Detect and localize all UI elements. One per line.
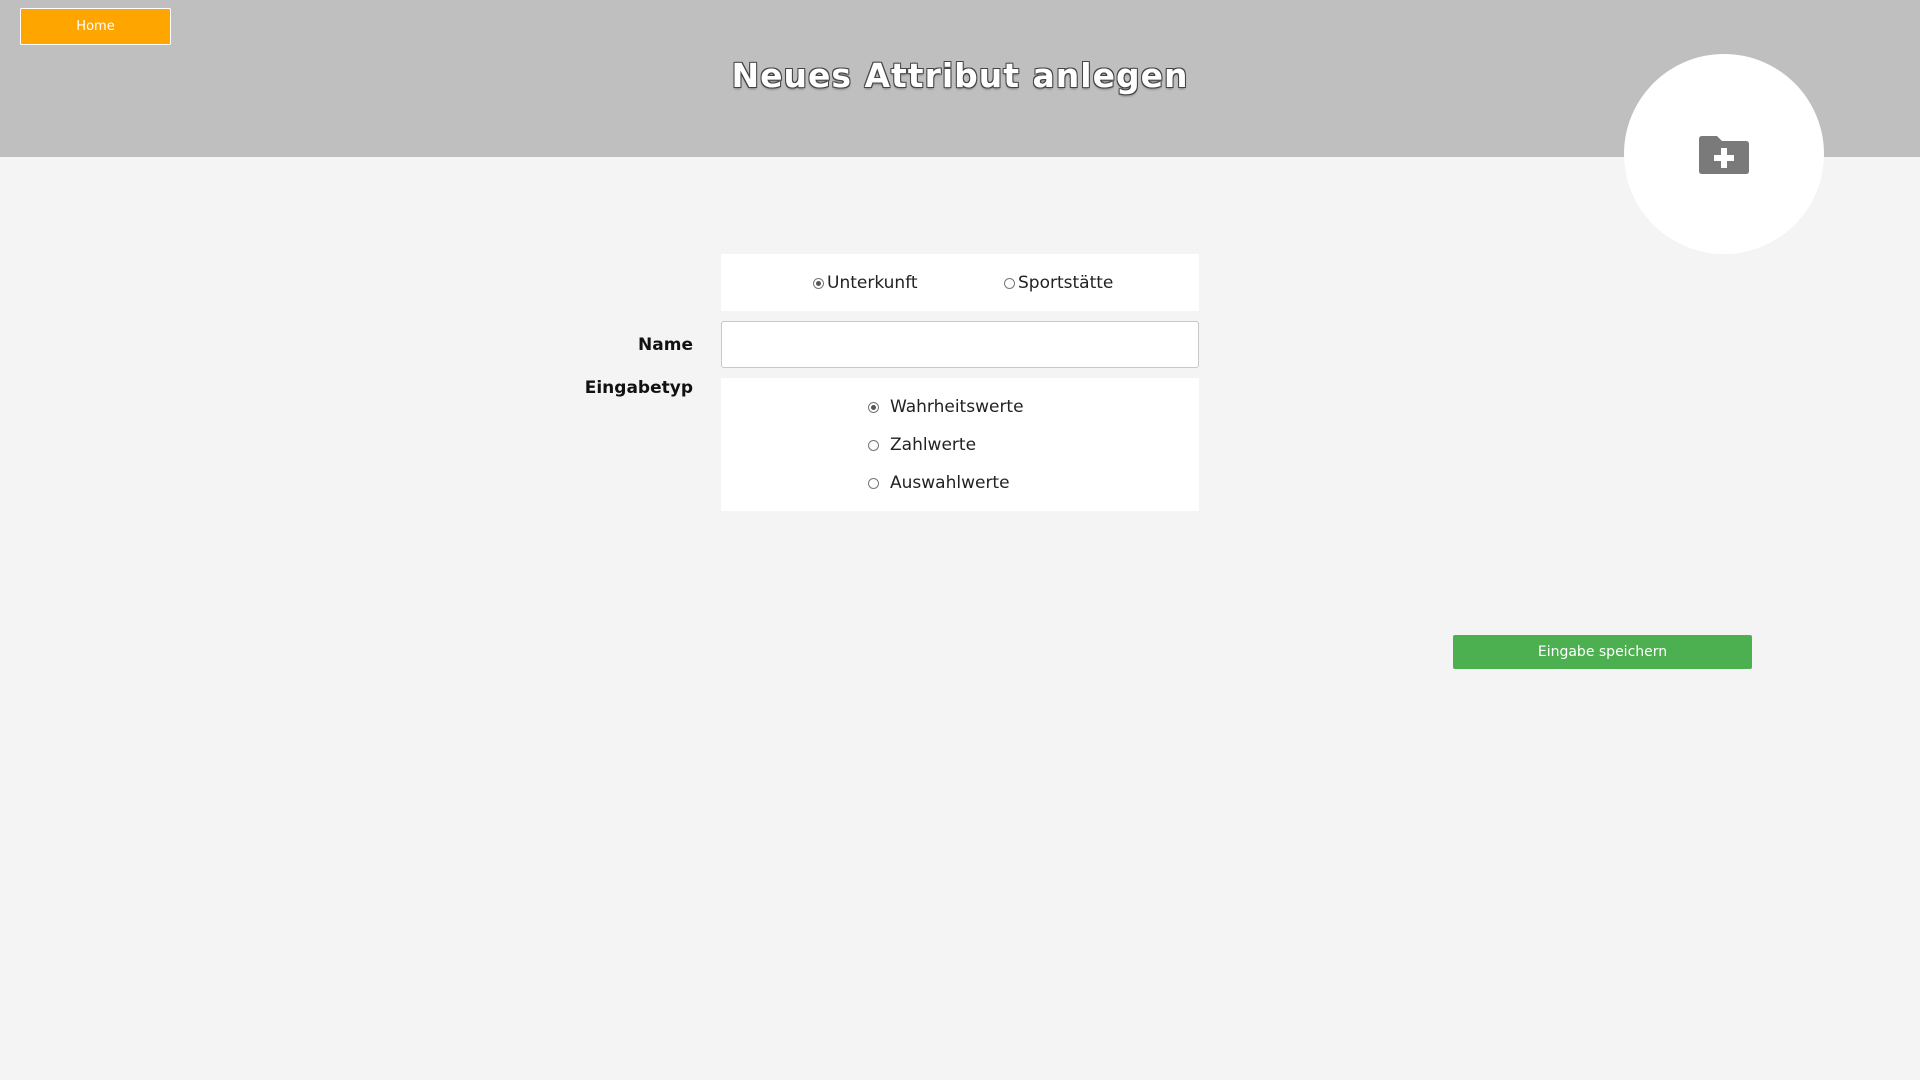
- radio-wahrheitswerte[interactable]: [868, 401, 879, 413]
- radio-label-zahlwerte: Zahlwerte: [890, 435, 977, 455]
- radio-zahlwerte[interactable]: [868, 439, 879, 451]
- radio-label-unterkunft: Unterkunft: [827, 273, 918, 293]
- radio-option-zahlwerte[interactable]: Zahlwerte: [868, 435, 976, 455]
- save-button[interactable]: Eingabe speichern: [1453, 635, 1752, 669]
- input-type-label: Eingabetyp: [584, 378, 693, 398]
- page-title: Neues Attribut anlegen: [731, 56, 1189, 95]
- radio-label-wahrheitswerte: Wahrheitswerte: [890, 397, 1024, 417]
- radio-option-auswahlwerte[interactable]: Auswahlwerte: [868, 473, 1010, 493]
- radio-label-sportstaette: Sportstätte: [1018, 273, 1114, 293]
- radio-sportstaette[interactable]: [1004, 277, 1015, 289]
- name-label: Name: [638, 335, 693, 355]
- radio-label-auswahlwerte: Auswahlwerte: [890, 473, 1010, 493]
- radio-option-sportstaette[interactable]: Sportstätte: [1004, 273, 1113, 293]
- radio-option-wahrheitswerte[interactable]: Wahrheitswerte: [868, 397, 1024, 417]
- home-button[interactable]: Home: [20, 8, 171, 45]
- input-type-radio-group: Wahrheitswerte Zahlwerte Auswahlwerte: [721, 378, 1199, 511]
- radio-unterkunft[interactable]: [813, 277, 824, 289]
- icon-badge: [1624, 54, 1824, 254]
- category-radio-group: Unterkunft Sportstätte: [721, 254, 1199, 311]
- folder-plus-icon: [1699, 136, 1749, 174]
- page: Home Neues Attribut anlegen Unterkunft S…: [0, 0, 1920, 1080]
- radio-auswahlwerte[interactable]: [868, 477, 879, 489]
- radio-option-unterkunft[interactable]: Unterkunft: [813, 273, 918, 293]
- name-input[interactable]: [721, 321, 1199, 368]
